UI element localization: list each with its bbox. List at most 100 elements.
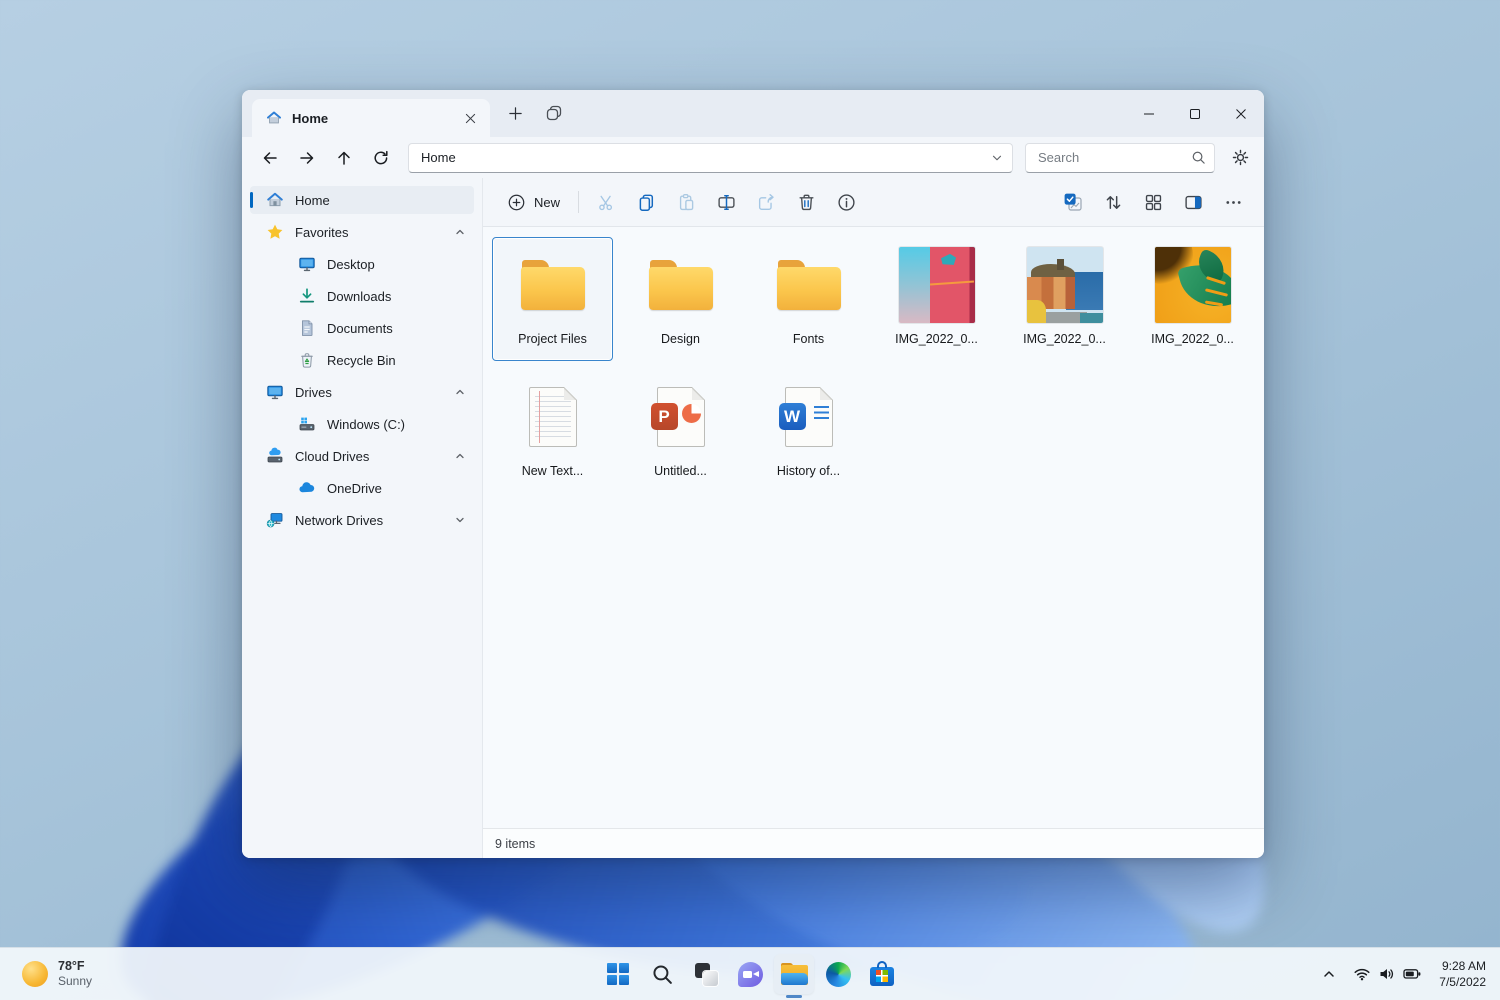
file-explorer-button[interactable]	[774, 954, 814, 994]
sort-button[interactable]	[1094, 185, 1132, 219]
edge-button[interactable]	[818, 954, 858, 994]
star-icon	[266, 223, 284, 241]
paste-button[interactable]	[667, 185, 705, 219]
up-button[interactable]	[328, 142, 360, 174]
settings-button[interactable]	[1223, 142, 1257, 174]
battery-icon	[1403, 965, 1422, 983]
file-name: Project Files	[518, 332, 587, 346]
sidebar-item-documents[interactable]: Documents	[250, 314, 474, 342]
chevron-down-icon[interactable]	[454, 514, 466, 526]
refresh-button[interactable]	[365, 142, 397, 174]
share-button[interactable]	[747, 185, 785, 219]
text-lines-glyph	[814, 406, 829, 422]
store-button[interactable]	[862, 954, 902, 994]
task-view-button[interactable]	[686, 954, 726, 994]
file-tile-image-1[interactable]: IMG_2022_0...	[876, 237, 997, 361]
weather-condition: Sunny	[58, 974, 92, 989]
address-bar[interactable]: Home	[408, 143, 1013, 173]
system-tray: 9:28 AM 7/5/2022	[1314, 948, 1494, 1000]
rename-button[interactable]	[707, 185, 745, 219]
chevron-up-icon[interactable]	[454, 450, 466, 462]
search-box[interactable]	[1025, 143, 1215, 173]
file-explorer-icon	[781, 963, 808, 985]
sidebar-item-label: Desktop	[327, 257, 375, 272]
volume-icon	[1378, 965, 1396, 983]
plus-circle-icon	[507, 193, 526, 212]
sidebar-item-label: Network Drives	[295, 513, 383, 528]
search-icon	[651, 963, 674, 986]
new-tab-button[interactable]	[500, 99, 530, 129]
clock-time: 9:28 AM	[1439, 958, 1486, 974]
close-window-button[interactable]	[1218, 90, 1264, 137]
chat-button[interactable]	[730, 954, 770, 994]
sidebar-item-label: Drives	[295, 385, 332, 400]
tab-home[interactable]: Home	[252, 99, 490, 137]
sidebar-item-onedrive[interactable]: OneDrive	[250, 474, 474, 502]
task-view-icon	[695, 963, 718, 986]
copy-button[interactable]	[627, 185, 665, 219]
sidebar-item-label: Favorites	[295, 225, 348, 240]
file-name: IMG_2022_0...	[1151, 332, 1234, 346]
network-volume-battery-button[interactable]	[1346, 956, 1429, 992]
tray-overflow-button[interactable]	[1314, 956, 1344, 992]
back-button[interactable]	[254, 142, 286, 174]
file-tile-powerpoint[interactable]: P Untitled...	[620, 369, 741, 493]
view-button[interactable]	[1134, 185, 1172, 219]
sidebar-item-downloads[interactable]: Downloads	[250, 282, 474, 310]
store-icon	[870, 967, 894, 986]
file-tile-fonts[interactable]: Fonts	[748, 237, 869, 361]
properties-button[interactable]	[827, 185, 865, 219]
item-count: 9 items	[495, 837, 535, 851]
sidebar-item-label: Home	[295, 193, 330, 208]
recycle-bin-icon	[298, 351, 316, 369]
sidebar-item-desktop[interactable]: Desktop	[250, 250, 474, 278]
sidebar-item-network-drives[interactable]: Network Drives	[250, 506, 474, 534]
sidebar-item-label: Windows (C:)	[327, 417, 405, 432]
forward-button[interactable]	[291, 142, 323, 174]
sidebar-item-windows-c[interactable]: Windows (C:)	[250, 410, 474, 438]
taskbar-center	[598, 954, 902, 994]
sidebar-item-recycle-bin[interactable]: Recycle Bin	[250, 346, 474, 374]
file-tile-image-2[interactable]: IMG_2022_0...	[1004, 237, 1125, 361]
folder-icon	[649, 260, 713, 310]
sidebar-item-cloud-drives[interactable]: Cloud Drives	[250, 442, 474, 470]
file-tile-design[interactable]: Design	[620, 237, 741, 361]
file-tile-text[interactable]: New Text...	[492, 369, 613, 493]
weather-widget[interactable]: 78°F Sunny	[14, 948, 100, 1000]
command-toolbar: New	[483, 178, 1264, 227]
toggle-selection-button[interactable]	[1054, 185, 1092, 219]
address-chevron-down-icon[interactable]	[990, 151, 1004, 165]
powerpoint-file-icon: P	[657, 387, 705, 447]
start-button[interactable]	[598, 954, 638, 994]
home-icon	[266, 191, 284, 209]
file-tile-image-3[interactable]: IMG_2022_0...	[1132, 237, 1253, 361]
delete-button[interactable]	[787, 185, 825, 219]
network-drive-icon	[266, 511, 284, 529]
taskbar-search-button[interactable]	[642, 954, 682, 994]
chevron-up-icon[interactable]	[454, 386, 466, 398]
file-name: Untitled...	[654, 464, 707, 478]
file-list-area: Project Files Design Fonts I	[483, 227, 1264, 828]
file-name: New Text...	[522, 464, 584, 478]
cut-button[interactable]	[587, 185, 625, 219]
minimize-button[interactable]	[1126, 90, 1172, 137]
search-input[interactable]	[1036, 149, 1191, 166]
address-text: Home	[421, 150, 990, 165]
file-tile-project-files[interactable]: Project Files	[492, 237, 613, 361]
sidebar-item-home[interactable]: Home	[250, 186, 474, 214]
file-name: Design	[661, 332, 700, 346]
sidebar-item-favorites[interactable]: Favorites	[250, 218, 474, 246]
new-button[interactable]: New	[497, 185, 570, 219]
chevron-up-icon[interactable]	[454, 226, 466, 238]
sidebar: Home Favorites Desktop	[242, 178, 483, 858]
maximize-button[interactable]	[1172, 90, 1218, 137]
more-options-button[interactable]	[1214, 185, 1252, 219]
sidebar-item-drives[interactable]: Drives	[250, 378, 474, 406]
clock[interactable]: 9:28 AM 7/5/2022	[1431, 956, 1494, 992]
tab-list-button[interactable]	[540, 99, 570, 129]
tab-close-button[interactable]	[458, 106, 482, 130]
desktop-icon	[298, 255, 316, 273]
file-tile-word[interactable]: W History of...	[748, 369, 869, 493]
details-pane-button[interactable]	[1174, 185, 1212, 219]
file-explorer-window: Home	[242, 90, 1264, 858]
